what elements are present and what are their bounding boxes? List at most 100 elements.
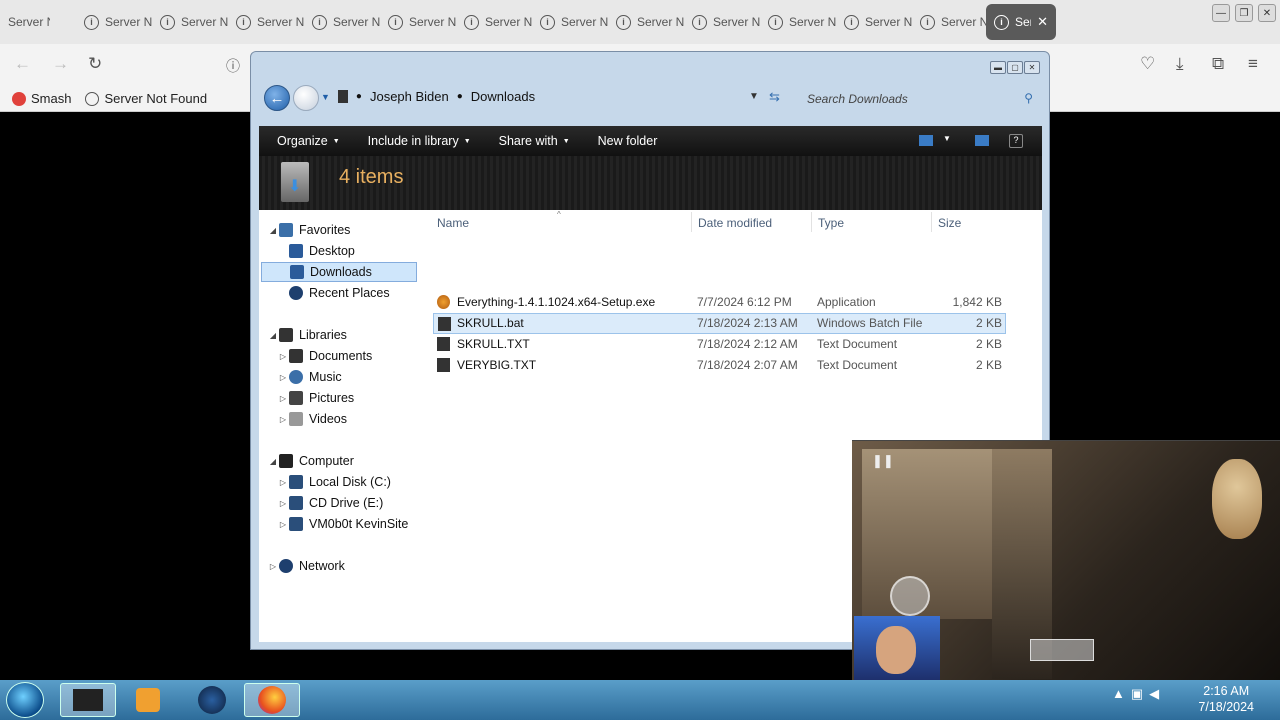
column-header-name[interactable]: Name — [437, 216, 469, 230]
nav-documents[interactable]: ▷ Documents — [277, 346, 372, 366]
breadcrumb[interactable]: ▼ ● Joseph Biden ● Downloads — [321, 89, 535, 104]
explorer-forward-button[interactable] — [293, 85, 319, 111]
file-row[interactable]: SKRULL.TXT 7/18/2024 2:12 AM Text Docume… — [433, 334, 1006, 355]
refresh-icon[interactable]: ⇆ — [769, 89, 780, 105]
nav-favorites[interactable]: ◢ Favorites — [267, 220, 350, 240]
nav-network[interactable]: ▷ Network — [267, 556, 345, 576]
menu-icon[interactable]: ≡ — [1248, 54, 1258, 74]
tab-label: Server Not Found — [1015, 15, 1031, 29]
taskbar-clock[interactable]: 2:16 AM 7/18/2024 — [1198, 683, 1254, 715]
joystick-control[interactable] — [890, 576, 930, 616]
nav-local-disk[interactable]: ▷ Local Disk (C:) — [277, 472, 391, 492]
preview-pane-icon[interactable] — [975, 135, 989, 146]
collapsed-arrow-icon[interactable]: ▷ — [277, 373, 289, 382]
share-with-button[interactable]: Share with ▼ — [489, 134, 580, 148]
recent-pages-dropdown-icon[interactable]: ▼ — [321, 92, 330, 102]
organize-button[interactable]: Organize ▼ — [267, 134, 350, 148]
nav-network-drive[interactable]: ▷ VM0b0t KevinSite — [277, 514, 408, 534]
help-icon[interactable]: ? — [1009, 134, 1023, 148]
minimize-button[interactable]: — — [1212, 4, 1230, 22]
taskbar-app[interactable] — [184, 683, 240, 717]
breadcrumb-user[interactable]: Joseph Biden — [370, 89, 449, 104]
tab-server-not-found[interactable]: i Server Not Found — [76, 4, 152, 40]
volume-icon[interactable]: ◀ — [1149, 686, 1159, 702]
download-icon[interactable]: ⤓ — [1176, 54, 1184, 74]
tab-server-not-found[interactable]: i Server Not Found — [304, 4, 380, 40]
column-header-type[interactable]: Type — [818, 216, 844, 230]
explorer-minimize-button[interactable]: ▬ — [990, 61, 1006, 74]
close-tab-icon[interactable]: ✕ — [1037, 14, 1048, 30]
pause-icon[interactable]: ❚❚ — [872, 453, 894, 469]
tab-server-not-found[interactable]: i Server Not Found — [380, 4, 456, 40]
file-row[interactable]: Everything-1.4.1.1024.x64-Setup.exe 7/7/… — [433, 292, 1006, 313]
view-options-icon[interactable] — [919, 135, 933, 146]
extensions-icon[interactable]: ⧉ — [1212, 54, 1224, 74]
explorer-back-button[interactable]: ← — [264, 85, 290, 111]
nav-cd-drive[interactable]: ▷ CD Drive (E:) — [277, 493, 383, 513]
tab-server-not-found[interactable]: i Server Not Found — [836, 4, 912, 40]
tab-server-not-found[interactable]: i Server Not Found — [684, 4, 760, 40]
close-window-button[interactable]: ✕ — [1258, 4, 1276, 22]
column-header-date[interactable]: Date modified — [698, 216, 772, 230]
collapsed-arrow-icon[interactable]: ▷ — [277, 520, 289, 529]
tab-server-not-found[interactable]: i Server Not Found — [760, 4, 836, 40]
column-header-size[interactable]: Size — [938, 216, 961, 230]
expanded-arrow-icon[interactable]: ◢ — [267, 457, 279, 466]
column-divider[interactable] — [691, 212, 692, 232]
nav-downloads[interactable]: Downloads — [261, 262, 417, 282]
collapsed-arrow-icon[interactable]: ▷ — [277, 478, 289, 487]
search-icon[interactable]: ⚲ — [1024, 91, 1033, 105]
collapsed-arrow-icon[interactable]: ▷ — [277, 352, 289, 361]
column-divider[interactable] — [931, 212, 932, 232]
forward-arrow-icon[interactable]: → — [52, 54, 69, 74]
nav-desktop[interactable]: Desktop — [289, 241, 355, 261]
tab-server-not-found[interactable]: Server Not Found — [0, 4, 50, 40]
recent-places-icon — [289, 286, 303, 300]
collapsed-arrow-icon[interactable]: ▷ — [277, 415, 289, 424]
restore-button[interactable]: ❐ — [1235, 4, 1253, 22]
tab-server-not-found[interactable]: i Server Not Found — [532, 4, 608, 40]
taskbar-media-player[interactable] — [120, 683, 176, 717]
tab-server-not-found[interactable]: i Server Not Found — [912, 4, 988, 40]
network-tray-icon[interactable]: ▣ — [1131, 686, 1143, 702]
taskbar-explorer[interactable] — [60, 683, 116, 717]
nav-recent-places[interactable]: Recent Places — [289, 283, 390, 303]
tab-server-not-found[interactable]: i Server Not Found — [608, 4, 684, 40]
bookmark-smash[interactable]: Smash — [12, 91, 71, 106]
include-in-library-button[interactable]: Include in library ▼ — [358, 134, 481, 148]
column-divider[interactable] — [811, 212, 812, 232]
chevron-down-icon[interactable]: ▼ — [943, 134, 951, 143]
start-button[interactable] — [6, 682, 44, 718]
taskbar-firefox[interactable] — [244, 683, 300, 717]
nav-music[interactable]: ▷ Music — [277, 367, 342, 387]
nav-videos[interactable]: ▷ Videos — [277, 409, 347, 429]
explorer-maximize-button[interactable]: ▢ — [1007, 61, 1023, 74]
tab-server-not-found[interactable]: i Server Not Found — [228, 4, 304, 40]
expanded-arrow-icon[interactable]: ◢ — [267, 226, 279, 235]
reload-icon[interactable]: ↻ — [88, 54, 102, 74]
explorer-titlebar[interactable]: ▬ ▢ ✕ — [251, 52, 1049, 78]
search-input[interactable]: Search Downloads ⚲ — [799, 88, 1039, 110]
pocket-icon[interactable]: ♡ — [1140, 54, 1155, 74]
nav-computer[interactable]: ◢ Computer — [267, 451, 354, 471]
nav-libraries[interactable]: ◢ Libraries — [267, 325, 347, 345]
tray-expand-icon[interactable]: ▲ — [1112, 686, 1125, 702]
nav-pictures[interactable]: ▷ Pictures — [277, 388, 354, 408]
site-info-icon[interactable]: ⓘ — [226, 56, 240, 76]
bookmark-server-not-found[interactable]: Server Not Found — [85, 91, 207, 106]
new-folder-button[interactable]: New folder — [588, 134, 668, 148]
collapsed-arrow-icon[interactable]: ▷ — [277, 394, 289, 403]
file-row-selected[interactable]: SKRULL.bat 7/18/2024 2:13 AM Windows Bat… — [433, 313, 1006, 334]
game-action-button[interactable] — [1030, 639, 1094, 661]
breadcrumb-downloads[interactable]: Downloads — [471, 89, 535, 104]
collapsed-arrow-icon[interactable]: ▷ — [277, 499, 289, 508]
file-row[interactable]: VERYBIG.TXT 7/18/2024 2:07 AM Text Docum… — [433, 355, 1006, 376]
expanded-arrow-icon[interactable]: ◢ — [267, 331, 279, 340]
address-dropdown-icon[interactable]: ▼ — [749, 91, 759, 102]
tab-server-not-found[interactable]: i Server Not Found — [152, 4, 228, 40]
explorer-close-button[interactable]: ✕ — [1024, 61, 1040, 74]
tab-active[interactable]: i Server Not Found ✕ — [986, 4, 1056, 40]
tab-server-not-found[interactable]: i Server Not Found — [456, 4, 532, 40]
collapsed-arrow-icon[interactable]: ▷ — [267, 562, 279, 571]
back-arrow-icon[interactable]: ← — [14, 54, 31, 74]
